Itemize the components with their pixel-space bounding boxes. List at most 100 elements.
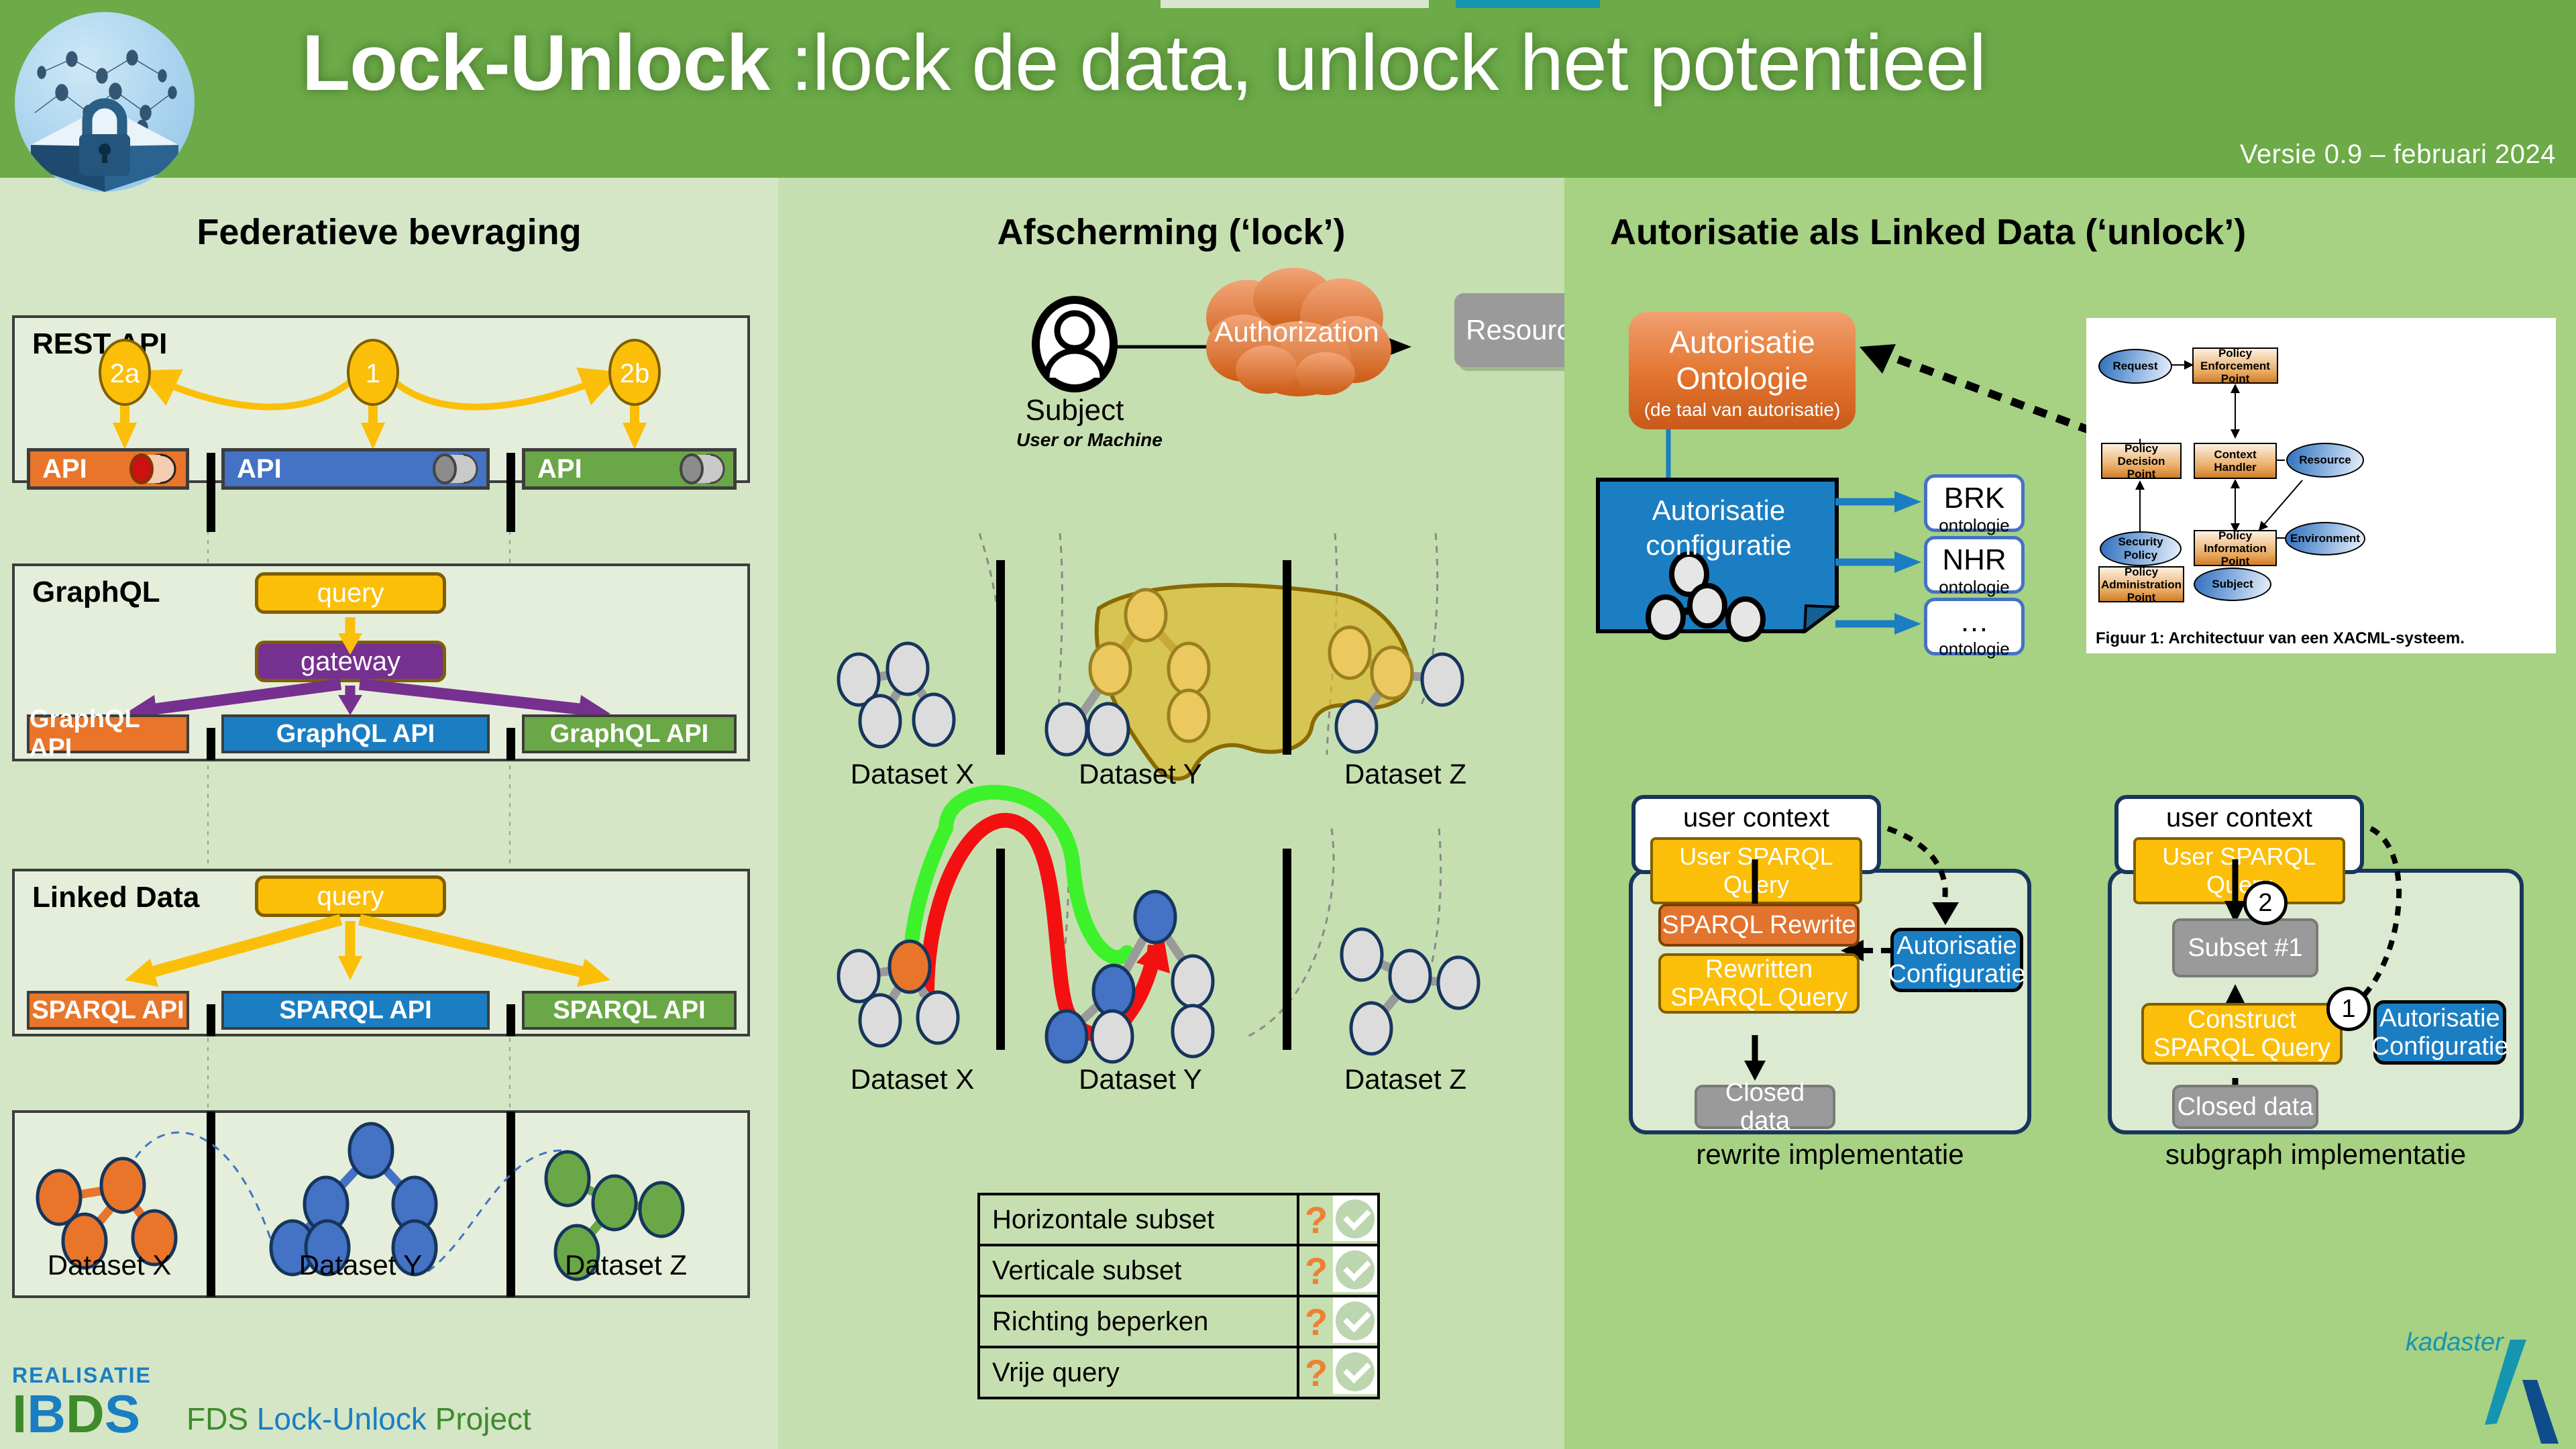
feature-label: Horizontale subset bbox=[977, 1193, 1299, 1246]
xacml-node-subject: Subject bbox=[2194, 568, 2271, 601]
svg-text:2a: 2a bbox=[110, 359, 140, 388]
question-icon: ? bbox=[1305, 1199, 1328, 1241]
question-icon: ? bbox=[1305, 1301, 1328, 1343]
subgraph-caption: subgraph implementatie bbox=[2165, 1138, 2467, 1170]
rewritten-query-box[interactable]: Rewritten SPARQL Query bbox=[1658, 953, 1860, 1014]
feature-status: ? bbox=[1297, 1193, 1380, 1246]
feature-label: Richting beperken bbox=[977, 1295, 1299, 1348]
auth-config-line1: Autorisatie bbox=[1896, 932, 2017, 960]
column-divider bbox=[207, 453, 215, 532]
graphql-api-z[interactable]: GraphQL API bbox=[522, 714, 737, 753]
kadaster-wordmark: kadaster bbox=[2406, 1328, 2504, 1356]
ontology-sub: ontologie bbox=[1939, 577, 2010, 597]
ontology-name: … bbox=[1960, 605, 1989, 638]
padlock-network-icon bbox=[15, 12, 195, 192]
svg-text:2b: 2b bbox=[620, 359, 650, 388]
xacml-node-pap: Policy Administration Point bbox=[2098, 566, 2184, 604]
ibds-d: D bbox=[66, 1384, 105, 1444]
ontologie-sub: (de taal van autorisatie) bbox=[1644, 399, 1841, 420]
xacml-figure: Request Policy Enforcement Point Policy … bbox=[2086, 318, 2556, 653]
footer-ibds-logo: REALISATIE IBDS FDS Lock-Unlock Project bbox=[12, 1363, 531, 1441]
xacml-node-security-policy: Security Policy bbox=[2100, 531, 2182, 566]
rest-api-bar-label: API bbox=[42, 453, 87, 484]
toggle-closed-icon[interactable] bbox=[129, 453, 179, 484]
column-divider bbox=[1283, 849, 1291, 1050]
column-federatieve-bevraging: Federatieve bevraging REST API 2a 1 2b A… bbox=[0, 178, 778, 1449]
version-label: Versie 0.9 – februari 2024 bbox=[2239, 140, 2556, 169]
ontology-box-brk[interactable]: BRK ontologie bbox=[1924, 474, 2025, 535]
column-divider bbox=[207, 1004, 215, 1036]
sparql-api-label: SPARQL API bbox=[553, 996, 706, 1024]
column-title-right: Autorisatie als Linked Data (‘unlock’) bbox=[1610, 212, 2247, 252]
sparql-rewrite-box[interactable]: SPARQL Rewrite bbox=[1658, 904, 1860, 947]
graphql-api-label: GraphQL API bbox=[549, 719, 709, 748]
xacml-caption: Figuur 1: Architectuur van een XACML-sys… bbox=[2096, 629, 2465, 647]
column-divider bbox=[996, 849, 1005, 1050]
step-badge-2: 2 bbox=[2243, 881, 2288, 925]
column-divider bbox=[1283, 560, 1291, 755]
sparql-api-label: SPARQL API bbox=[279, 996, 432, 1024]
sparql-api-label: SPARQL API bbox=[32, 996, 184, 1024]
datasets-lock-row1 bbox=[837, 533, 1464, 781]
construct-line2: SPARQL Query bbox=[2153, 1034, 2330, 1062]
ontology-box-other[interactable]: … ontologie bbox=[1924, 598, 2025, 659]
sparql-api-y[interactable]: SPARQL API bbox=[221, 991, 490, 1030]
fds-label: FDS bbox=[186, 1401, 257, 1436]
autorisatie-configuratie-badge[interactable]: Autorisatie Configuratie bbox=[1888, 928, 2025, 992]
autorisatie-ontologie-box[interactable]: Autorisatie Ontologie (de taal van autor… bbox=[1629, 312, 1856, 429]
table-row: Horizontale subset ? bbox=[977, 1193, 1380, 1246]
column-divider bbox=[207, 728, 215, 760]
auth-config-line1: Autorisatie bbox=[2379, 1004, 2500, 1032]
datasets-lock-row2 bbox=[837, 784, 1481, 1064]
dataset-label-x: Dataset X bbox=[850, 1063, 975, 1095]
ibds-i: I bbox=[12, 1384, 28, 1444]
toggle-open-icon[interactable] bbox=[430, 453, 480, 484]
column-divider bbox=[506, 453, 515, 532]
construct-query-box[interactable]: Construct SPARQL Query bbox=[2141, 1003, 2343, 1065]
xacml-node-environment: Environment bbox=[2285, 522, 2365, 555]
user-context-label: user context bbox=[1683, 803, 1829, 833]
construct-line1: Construct bbox=[2187, 1006, 2297, 1034]
dataset-label-x: Dataset X bbox=[47, 1249, 172, 1281]
page-title-rest: :lock de data, unlock het potentieel bbox=[769, 19, 1986, 107]
column-divider bbox=[506, 728, 515, 760]
feature-label: Verticale subset bbox=[977, 1244, 1299, 1297]
rewritten-line2: SPARQL Query bbox=[1670, 983, 1847, 1012]
subset-box: Subset #1 bbox=[2172, 918, 2318, 977]
page-title-bold: Lock-Unlock bbox=[302, 19, 770, 107]
ibds-b: B bbox=[27, 1384, 66, 1444]
graphql-api-x[interactable]: GraphQL API bbox=[27, 705, 189, 762]
autorisatie-configuratie-badge[interactable]: Autorisatie Configuratie bbox=[2371, 1000, 2508, 1065]
ibds-wordmark: IBDS bbox=[12, 1387, 152, 1441]
ontology-sub: ontologie bbox=[1939, 639, 2010, 659]
ontology-name: NHR bbox=[1942, 543, 2006, 576]
ontology-arrows bbox=[1835, 491, 1921, 635]
fds-mid-label: Lock-Unlock bbox=[256, 1401, 435, 1436]
toggle-open-icon[interactable] bbox=[677, 453, 727, 484]
subset-label: Subset #1 bbox=[2188, 934, 2303, 962]
ontology-name: BRK bbox=[1943, 482, 2005, 515]
feature-status: ? bbox=[1297, 1244, 1380, 1297]
xacml-node-resource: Resource bbox=[2286, 443, 2364, 478]
config-line1: Autorisatie bbox=[1652, 494, 1786, 526]
rest-api-bar-label: API bbox=[537, 453, 582, 484]
sparql-api-z[interactable]: SPARQL API bbox=[522, 991, 737, 1030]
sparql-api-x[interactable]: SPARQL API bbox=[27, 991, 189, 1030]
xacml-node-request: Request bbox=[2098, 349, 2172, 384]
closed-data-box: Closed data bbox=[1695, 1079, 1835, 1135]
rest-api-bar-y[interactable]: API bbox=[221, 448, 490, 490]
rest-api-bar-z[interactable]: API bbox=[522, 448, 737, 490]
ontologie-line1: Autorisatie bbox=[1669, 325, 1815, 360]
column-divider bbox=[996, 560, 1005, 755]
check-icon bbox=[1333, 1348, 1377, 1394]
graphql-api-label: GraphQL API bbox=[30, 705, 140, 762]
closed-data-label: Closed data bbox=[1725, 1079, 1805, 1135]
ontology-box-nhr[interactable]: NHR ontologie bbox=[1924, 536, 2025, 597]
check-icon bbox=[1333, 1246, 1377, 1292]
features-table: Horizontale subset ? Verticale subset ? … bbox=[977, 1193, 1380, 1399]
rest-api-bar-x[interactable]: API bbox=[27, 448, 189, 490]
ontologie-line2: Ontologie bbox=[1676, 361, 1809, 396]
authorization-label: Authorization bbox=[1214, 316, 1379, 347]
graphql-api-y[interactable]: GraphQL API bbox=[221, 714, 490, 753]
closed-data-label: Closed data bbox=[2177, 1093, 2314, 1121]
